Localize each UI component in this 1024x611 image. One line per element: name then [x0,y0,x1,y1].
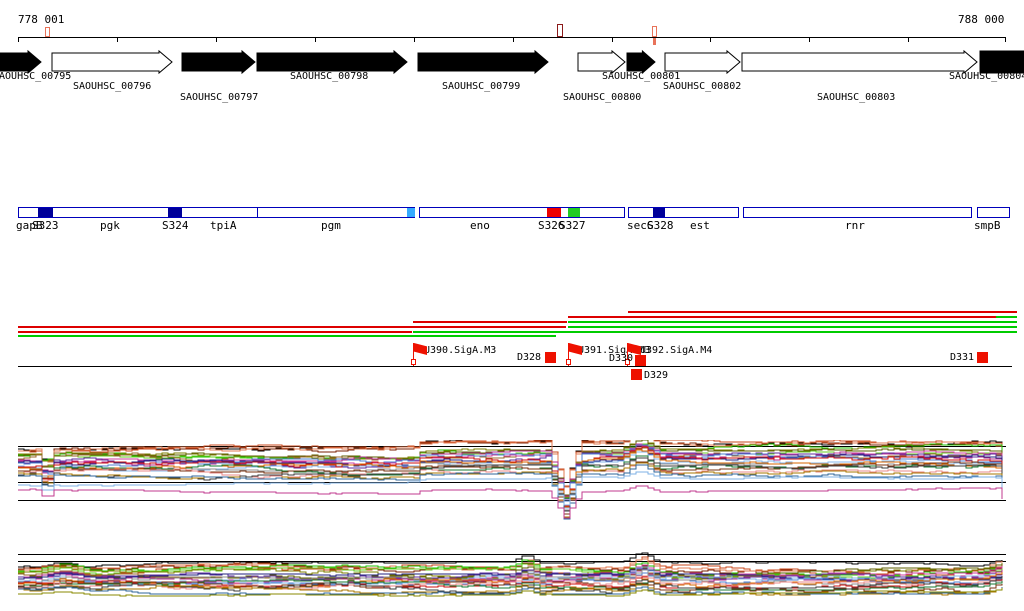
expression-curve [18,464,1003,520]
expression-panel-lower [18,552,1003,597]
genome-browser-canvas: 778 001 788 000 SAOUHSC_00795 SAOUHSC_007… [0,0,1024,611]
expression-curve [18,485,1003,519]
expression-panel-upper [18,440,1003,520]
